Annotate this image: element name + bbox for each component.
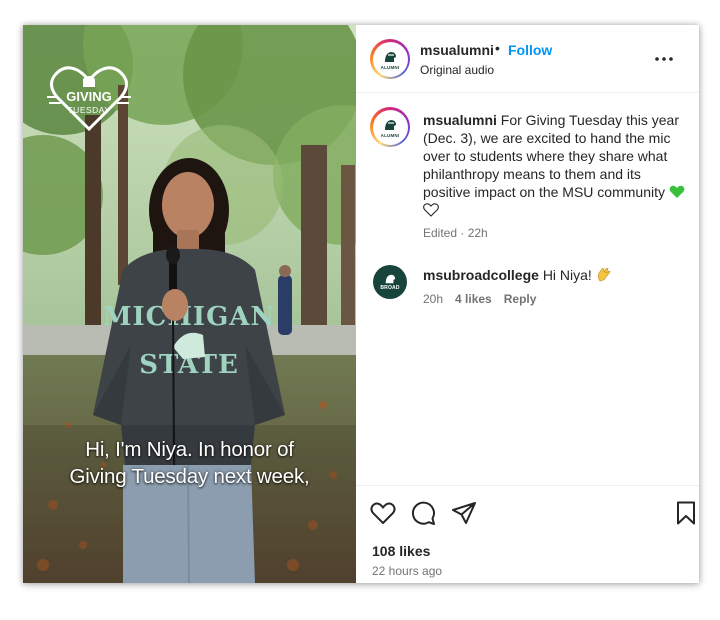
giving-tuesday-badge: GIVING TUESDAY (47, 66, 131, 132)
comment-username[interactable]: msubroadcollege (423, 267, 539, 283)
sweatshirt-text-top: MICHIGAN (103, 302, 276, 332)
badge-line1: GIVING (66, 89, 112, 104)
avatar-label: ALUMNI (380, 132, 400, 138)
badge-line2: TUESDAY (67, 105, 110, 115)
comment-text: msubroadcollege Hi Niya! (423, 267, 612, 283)
waving-hand-icon (597, 268, 611, 282)
caption-avatar[interactable]: ALUMNI (370, 107, 410, 147)
audio-label[interactable]: Original audio (420, 63, 494, 77)
comment-meta: 20h 4 likes Reply (423, 292, 536, 306)
post-sidebar: ALUMNI msualumni • Follow Original audio (356, 25, 699, 583)
caption-meta: Edited · 22h (423, 226, 488, 240)
header-separator: • (495, 40, 500, 56)
comment-bubble-icon[interactable] (409, 499, 437, 527)
comment-reply-button[interactable]: Reply (504, 292, 537, 306)
follow-button[interactable]: Follow (508, 42, 552, 58)
video-caption-line-1: Hi, I'm Niya. In honor of (85, 438, 294, 461)
spartan-logo-icon (385, 51, 396, 62)
header-username[interactable]: msualumni (420, 42, 494, 58)
bookmark-icon[interactable] (672, 499, 699, 527)
profile-avatar[interactable]: ALUMNI (370, 39, 410, 79)
likes-count[interactable]: 108 likes (372, 543, 430, 559)
instagram-post: MICHIGAN STATE GIVING TUESDAY Hi, I'm Ni… (23, 25, 699, 583)
caption-text: msualumni For Giving Tuesday this year (… (423, 111, 685, 219)
comment-likes[interactable]: 4 likes (455, 292, 492, 306)
comment-time: 20h (423, 292, 444, 306)
post-timestamp[interactable]: 22 hours ago (372, 564, 442, 578)
post-header: ALUMNI msualumni • Follow Original audio (356, 25, 699, 93)
green-heart-icon (669, 185, 685, 198)
avatar-label: ALUMNI (380, 64, 400, 70)
spartan-logo-icon (385, 274, 396, 284)
caption-username[interactable]: msualumni (423, 112, 497, 128)
commenter-avatar[interactable]: BROAD (373, 265, 407, 299)
commenter-avatar-label: BROAD (380, 285, 400, 291)
white-heart-icon (423, 203, 439, 217)
spartan-logo-icon (385, 119, 396, 130)
heart-outline-icon[interactable] (369, 499, 397, 527)
more-options-icon[interactable] (652, 47, 676, 71)
post-actions: 108 likes 22 hours ago (356, 485, 699, 583)
video-caption-line-2: Giving Tuesday next week, (69, 465, 310, 488)
comment-body: Hi Niya! (542, 267, 592, 283)
paper-plane-icon[interactable] (450, 499, 478, 527)
post-video[interactable]: MICHIGAN STATE GIVING TUESDAY Hi, I'm Ni… (23, 25, 356, 583)
